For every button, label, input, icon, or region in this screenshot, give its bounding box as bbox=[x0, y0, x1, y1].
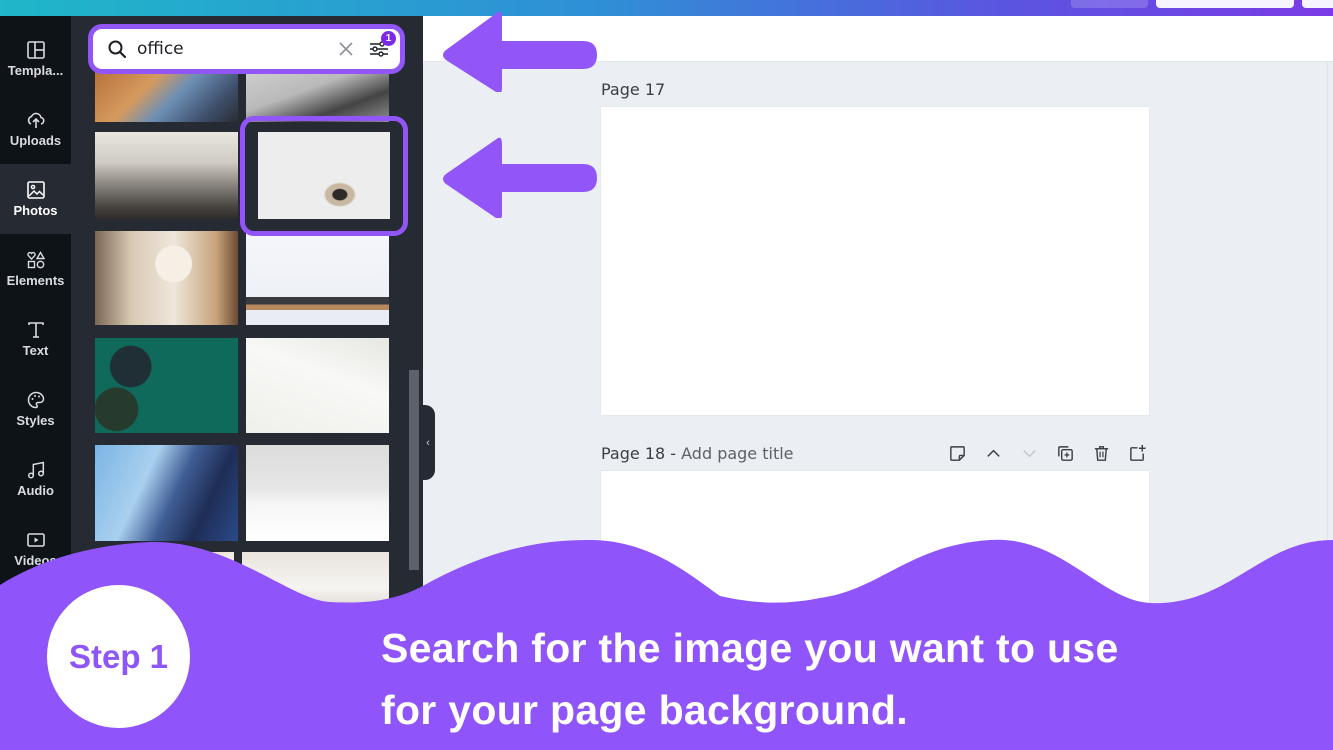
photo-thumbnail[interactable] bbox=[246, 445, 389, 541]
collapse-panel-handle[interactable]: ‹ bbox=[421, 405, 435, 480]
caption-line: for your page background. bbox=[381, 687, 908, 733]
photo-thumbnail[interactable] bbox=[95, 338, 238, 433]
shapes-icon bbox=[26, 251, 45, 269]
rail-item-styles[interactable]: Styles bbox=[0, 374, 71, 444]
page-17-label: Page 17 bbox=[601, 80, 665, 99]
page-17-canvas[interactable] bbox=[601, 107, 1149, 415]
arrow-left-icon bbox=[443, 137, 597, 218]
photo-thumbnail[interactable] bbox=[246, 231, 389, 325]
duplicate-page-icon[interactable] bbox=[1056, 444, 1075, 463]
photo-thumbnail[interactable] bbox=[242, 552, 389, 612]
photo-thumbnail[interactable] bbox=[246, 338, 389, 433]
photo-thumbnail[interactable] bbox=[95, 231, 238, 325]
page-title: Page 17 bbox=[601, 80, 666, 99]
video-play-icon bbox=[26, 533, 45, 547]
move-up-icon[interactable] bbox=[984, 444, 1003, 463]
clear-search-icon[interactable] bbox=[338, 41, 354, 57]
move-down-icon[interactable] bbox=[1020, 444, 1039, 463]
photo-thumbnail[interactable] bbox=[95, 445, 238, 541]
rail-item-elements[interactable]: Elements bbox=[0, 234, 71, 304]
rail-item-audio[interactable]: Audio bbox=[0, 444, 71, 514]
selected-photo-highlight bbox=[240, 116, 408, 236]
photo-thumbnail[interactable] bbox=[246, 70, 389, 122]
page-18-label: Page 18 - Add page title bbox=[601, 444, 794, 463]
photo-search-field[interactable]: office 1 bbox=[88, 24, 405, 74]
step-label: Step 1 bbox=[68, 637, 169, 675]
rail-item-label: Audio bbox=[17, 483, 54, 498]
delete-page-icon[interactable] bbox=[1092, 444, 1111, 463]
rail-item-label: Templa... bbox=[7, 63, 64, 78]
photo-thumbnail[interactable] bbox=[95, 70, 238, 122]
arrow-left-icon bbox=[443, 11, 597, 92]
filter-count-badge: 1 bbox=[381, 31, 396, 46]
tutorial-screenshot: Templa... Uploads Photos Elements Text S… bbox=[0, 0, 1333, 750]
music-note-icon bbox=[27, 461, 44, 479]
rail-item-label: Styles bbox=[16, 413, 55, 428]
rail-item-label: Photos bbox=[13, 203, 58, 218]
notes-icon[interactable] bbox=[948, 444, 967, 463]
rail-item-label: Text bbox=[22, 343, 49, 358]
caption-line: Search for the image you want to use bbox=[381, 625, 1119, 671]
add-page-title-field[interactable]: Add page title bbox=[681, 444, 793, 463]
rail-item-label: Elements bbox=[6, 273, 65, 288]
step-number-badge: Step 1 bbox=[47, 585, 190, 728]
add-page-icon[interactable] bbox=[1128, 444, 1147, 463]
canvas-scroll-edge bbox=[1327, 62, 1328, 562]
template-layout-icon bbox=[26, 41, 45, 59]
search-icon bbox=[108, 40, 127, 59]
photo-thumbnail[interactable] bbox=[95, 132, 238, 219]
instruction-caption: Search for the image you want to use for… bbox=[381, 617, 1281, 741]
page-title: Page 18 - bbox=[601, 444, 682, 463]
rail-item-label: Videos bbox=[14, 553, 57, 568]
editor-top-bar bbox=[0, 0, 1333, 16]
top-bar-share-button[interactable] bbox=[1156, 0, 1294, 8]
rail-item-label: Uploads bbox=[9, 133, 62, 148]
image-icon bbox=[26, 181, 45, 199]
rail-item-videos[interactable]: Videos bbox=[0, 514, 71, 584]
rail-item-uploads[interactable]: Uploads bbox=[0, 94, 71, 164]
panel-scrollbar[interactable] bbox=[409, 370, 419, 570]
top-bar-download-button[interactable] bbox=[1302, 0, 1333, 8]
rail-item-templates[interactable]: Templa... bbox=[0, 24, 71, 94]
chevron-left-icon: ‹ bbox=[426, 436, 430, 449]
rail-item-text[interactable]: Text bbox=[0, 304, 71, 374]
search-input[interactable]: office bbox=[137, 39, 338, 59]
palette-icon bbox=[27, 391, 44, 409]
rail-item-photos[interactable]: Photos bbox=[0, 164, 71, 234]
page-toolbar bbox=[948, 444, 1147, 463]
filter-button[interactable]: 1 bbox=[368, 31, 396, 60]
top-bar-button[interactable] bbox=[1071, 0, 1148, 8]
cloud-upload-icon bbox=[27, 112, 44, 128]
text-t-icon bbox=[27, 322, 44, 338]
